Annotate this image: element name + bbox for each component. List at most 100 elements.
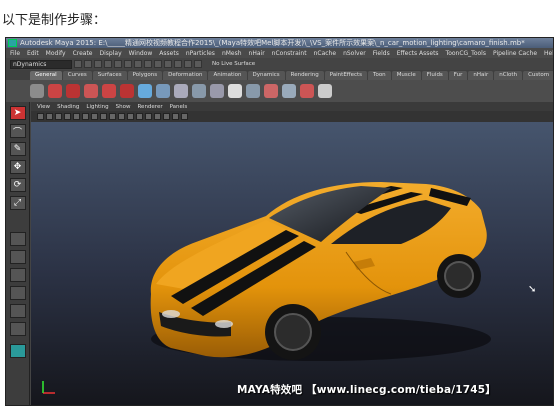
lasso-tool[interactable]: ⌒ <box>9 124 26 138</box>
menu-assets[interactable]: Assets <box>159 50 179 57</box>
snap-point-icon[interactable] <box>154 60 162 68</box>
save-scene-icon[interactable] <box>94 60 102 68</box>
paint-select-tool[interactable]: ✎ <box>9 142 26 156</box>
viewport-menu-panels[interactable]: Panels <box>170 104 188 110</box>
menu-nparticles[interactable]: nParticles <box>186 50 215 57</box>
grid-icon[interactable] <box>73 113 80 120</box>
shelf-tab-muscle[interactable]: Muscle <box>391 71 421 80</box>
hypershade-icon[interactable] <box>9 304 26 318</box>
paint-icon[interactable] <box>264 84 278 98</box>
shadows-icon[interactable] <box>136 113 143 120</box>
shelf-tab-painteffects[interactable]: PaintEffects <box>324 71 368 80</box>
single-pane-icon[interactable] <box>9 232 26 246</box>
menu-fields[interactable]: Fields <box>373 50 390 57</box>
attribute-icon[interactable] <box>228 84 242 98</box>
script-icon[interactable] <box>300 84 314 98</box>
particle-tool-icon[interactable] <box>66 84 80 98</box>
snap-grid-icon[interactable] <box>134 60 142 68</box>
shelf-tab-rendering[interactable]: Rendering <box>285 71 324 80</box>
history-icon[interactable] <box>164 60 172 68</box>
scale-tool[interactable]: ⤢ <box>9 196 26 210</box>
camaro-model[interactable] <box>31 124 554 406</box>
field-icon[interactable] <box>102 84 116 98</box>
viewport-menu-lighting[interactable]: Lighting <box>86 104 108 110</box>
shelf-tab-fur[interactable]: Fur <box>448 71 468 80</box>
shelf-tab-polygons[interactable]: Polygons <box>127 71 163 80</box>
isolate-select-icon[interactable] <box>172 113 179 120</box>
menu-help[interactable]: Help <box>544 50 553 57</box>
anti-alias-icon[interactable] <box>163 113 170 120</box>
motion-blur-icon[interactable] <box>154 113 161 120</box>
select-hierarchy-icon[interactable] <box>104 60 112 68</box>
group-icon[interactable] <box>174 84 188 98</box>
shelf-tab-fluids[interactable]: Fluids <box>421 71 448 80</box>
select-tool-icon[interactable] <box>30 84 44 98</box>
layout-icon[interactable] <box>9 344 26 358</box>
smooth-shade-icon[interactable] <box>109 113 116 120</box>
mel-icon[interactable] <box>318 84 332 98</box>
select-component-icon[interactable] <box>124 60 132 68</box>
shelf-tab-deformation[interactable]: Deformation <box>163 71 208 80</box>
persp-outliner-icon[interactable] <box>9 268 26 282</box>
menu-edit[interactable]: Edit <box>27 50 39 57</box>
snap-curve-icon[interactable] <box>144 60 152 68</box>
select-object-icon[interactable] <box>114 60 122 68</box>
render-settings-icon[interactable] <box>194 60 202 68</box>
ambient-occlusion-icon[interactable] <box>145 113 152 120</box>
shelf-tab-surfaces[interactable]: Surfaces <box>92 71 127 80</box>
lights-icon[interactable] <box>127 113 134 120</box>
menu-tooncg-tools[interactable]: ToonCG_Tools <box>446 50 486 57</box>
shelf-tab-ncloth[interactable]: nCloth <box>494 71 523 80</box>
menu-ncache[interactable]: nCache <box>314 50 336 57</box>
menu-window[interactable]: Window <box>129 50 153 57</box>
image-plane-icon[interactable] <box>64 113 71 120</box>
viewport-menu-show[interactable]: Show <box>116 104 131 110</box>
node-editor-icon[interactable] <box>9 322 26 336</box>
menu-nhair[interactable]: nHair <box>249 50 265 57</box>
menu-nsolver[interactable]: nSolver <box>343 50 366 57</box>
light-icon[interactable] <box>282 84 296 98</box>
menu-nconstraint[interactable]: nConstraint <box>272 50 307 57</box>
shelf-tab-nhair[interactable]: nHair <box>468 71 494 80</box>
shelf-tab-general[interactable]: General <box>30 71 62 80</box>
render-icon[interactable] <box>174 60 182 68</box>
four-pane-icon[interactable] <box>9 250 26 264</box>
channel-icon[interactable] <box>246 84 260 98</box>
new-scene-icon[interactable] <box>74 60 82 68</box>
viewport[interactable]: View Shading Lighting Show Renderer Panels <box>31 102 553 405</box>
xray-icon[interactable] <box>181 113 188 120</box>
viewport-menu-shading[interactable]: Shading <box>57 104 79 110</box>
ipr-render-icon[interactable] <box>184 60 192 68</box>
menu-effects-assets[interactable]: Effects Assets <box>397 50 439 57</box>
fluid-icon[interactable] <box>120 84 134 98</box>
menu-modify[interactable]: Modify <box>46 50 66 57</box>
rotate-tool[interactable]: ⟳ <box>9 178 26 192</box>
shelf-tab-animation[interactable]: Animation <box>208 71 247 80</box>
shelf-tab-toon[interactable]: Toon <box>368 71 391 80</box>
camera-icon[interactable] <box>37 113 44 120</box>
menu-pipeline-cache[interactable]: Pipeline Cache <box>493 50 537 57</box>
film-gate-icon[interactable] <box>82 113 89 120</box>
shelf-tab-custom[interactable]: Custom <box>523 71 553 80</box>
menu-create[interactable]: Create <box>73 50 93 57</box>
emitter-icon[interactable] <box>84 84 98 98</box>
move-tool[interactable]: ✥ <box>9 160 26 174</box>
menu-display[interactable]: Display <box>100 50 122 57</box>
select-tool[interactable]: ➤ <box>9 106 26 120</box>
live-surface-label[interactable]: No Live Surface <box>212 61 255 67</box>
viewport-menu-view[interactable]: View <box>37 104 50 110</box>
viewport-menu-renderer[interactable]: Renderer <box>137 104 162 110</box>
graph-editor-icon[interactable] <box>9 286 26 300</box>
open-scene-icon[interactable] <box>84 60 92 68</box>
cube-icon[interactable] <box>156 84 170 98</box>
camera-attr-icon[interactable] <box>46 113 53 120</box>
bookmark-icon[interactable] <box>55 113 62 120</box>
menu-set-dropdown[interactable]: nDynamics <box>10 59 72 69</box>
wireframe-icon[interactable] <box>100 113 107 120</box>
shelf-tab-curves[interactable]: Curves <box>62 71 92 80</box>
help-icon[interactable] <box>48 84 62 98</box>
menu-file[interactable]: File <box>10 50 20 57</box>
resolution-gate-icon[interactable] <box>91 113 98 120</box>
sphere-icon[interactable] <box>138 84 152 98</box>
outliner-icon[interactable] <box>210 84 224 98</box>
